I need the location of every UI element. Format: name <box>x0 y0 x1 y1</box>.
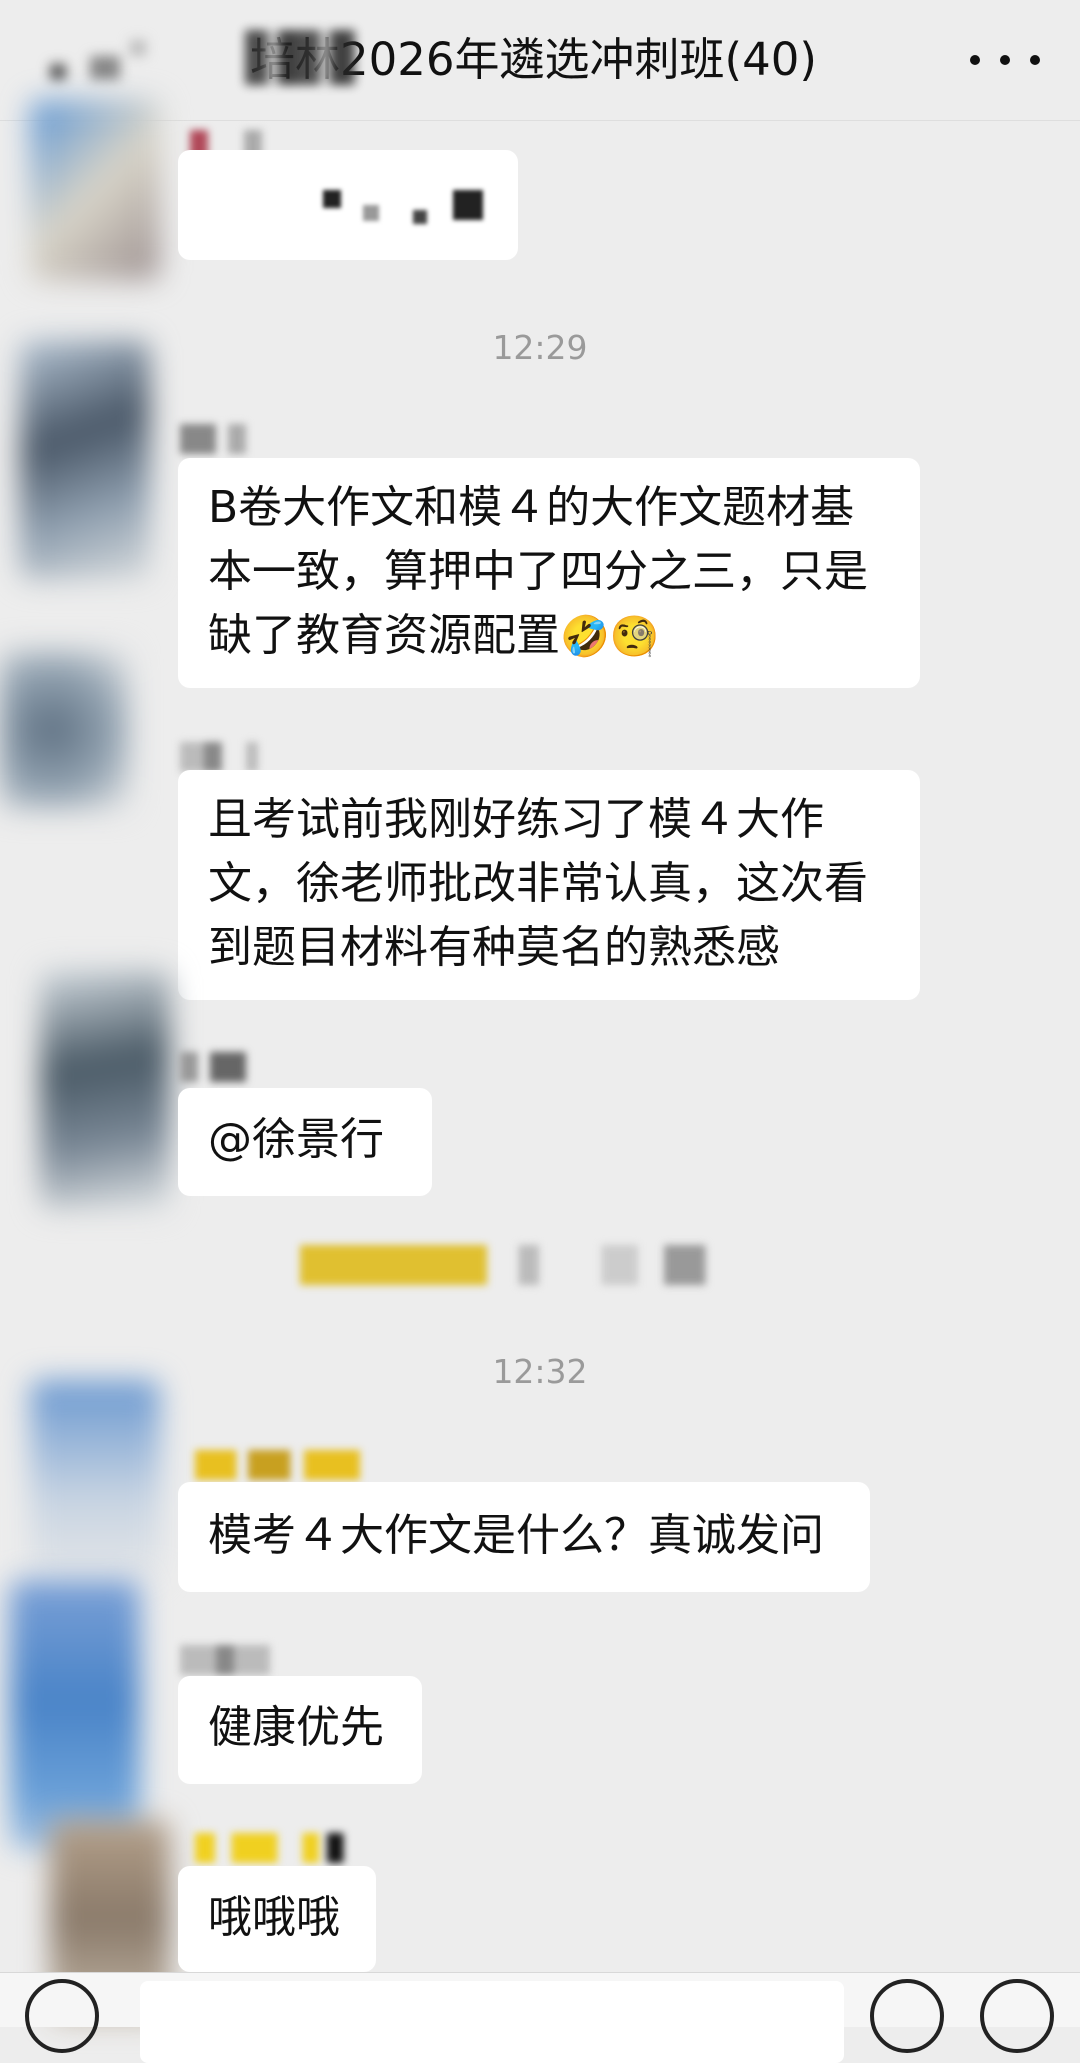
message-bubble[interactable]: 且考试前我刚好练习了模４大作文，徐老师批改非常认真，这次看到题目材料有种莫名的熟… <box>178 770 920 1000</box>
emoji: 🤣🧐 <box>560 614 660 660</box>
voice-icon[interactable] <box>25 1979 99 2053</box>
message-text: B卷大作文和模４的大作文题材基本一致，算押中了四分之三，只是缺了教育资源配置 <box>208 482 868 661</box>
back-button[interactable] <box>50 36 160 96</box>
emoji-icon[interactable] <box>870 1979 944 2053</box>
avatar[interactable] <box>30 1380 160 1580</box>
avatar[interactable] <box>40 970 170 1210</box>
timestamp: 12:29 <box>492 328 588 367</box>
sender-name-redacted <box>180 1645 300 1675</box>
timestamp: 12:32 <box>492 1352 588 1391</box>
sender-name-redacted <box>195 1833 360 1863</box>
message-text: 哦哦哦 <box>208 1892 340 1943</box>
sender-name-redacted <box>195 1450 360 1480</box>
message-bubble[interactable]: B卷大作文和模４的大作文题材基本一致，算押中了四分之三，只是缺了教育资源配置🤣🧐 <box>178 458 920 688</box>
avatar[interactable] <box>10 1580 140 1850</box>
message-bubble[interactable]: @徐景行 <box>178 1088 432 1196</box>
message-bubble[interactable]: 模考４大作文是什么？真诚发问 <box>178 1482 870 1592</box>
sender-name-redacted <box>180 1052 300 1082</box>
message-bubble-redacted[interactable] <box>178 150 518 260</box>
message-text: 健康优先 <box>208 1702 384 1753</box>
message-text: 且考试前我刚好练习了模４大作文，徐老师批改非常认真，这次看到题目材料有种莫名的熟… <box>208 794 868 973</box>
message-bubble[interactable]: 健康优先 <box>178 1676 422 1784</box>
title-redaction <box>245 30 355 85</box>
more-options-button[interactable] <box>970 38 1040 82</box>
message-bubble[interactable]: 哦哦哦 <box>178 1866 376 1972</box>
plus-icon[interactable] <box>980 1979 1054 2053</box>
more-dots-icon <box>970 55 980 65</box>
sender-name-redacted <box>180 424 300 454</box>
chat-header: 培林2026年遴选冲刺班(40) <box>0 0 1080 121</box>
system-message-redacted <box>300 1245 820 1285</box>
message-text: @徐景行 <box>208 1114 384 1165</box>
avatar[interactable] <box>20 340 150 580</box>
sender-name-redacted <box>180 742 300 772</box>
avatar[interactable] <box>0 650 130 810</box>
message-input[interactable] <box>140 1981 844 2063</box>
avatar[interactable] <box>30 100 160 280</box>
input-bar <box>0 1972 1080 2063</box>
message-text: 模考４大作文是什么？真诚发问 <box>208 1510 824 1561</box>
